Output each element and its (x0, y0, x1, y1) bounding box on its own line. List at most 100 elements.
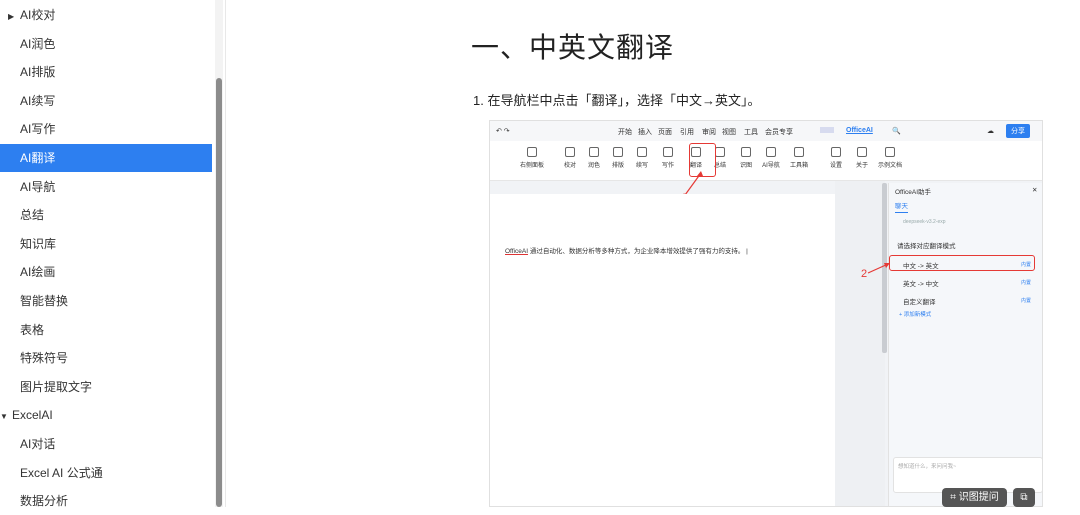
sidebar-item[interactable]: 表格 (0, 316, 212, 344)
ribbon-label: 右侧面板 (519, 163, 544, 169)
screenshot-menubar: ↶ ↷ OfficeAI 🔍 ☁ 分享 开始 插入 页面 引用 审阅 视图 工具 会员专享 (490, 121, 1042, 141)
sidebar-item-label: 智能替换 (20, 294, 69, 308)
ribbon-label: 润色 (587, 163, 600, 169)
ribbon-icon (565, 147, 575, 157)
ribbon-icon (637, 147, 647, 157)
screenshot-ribbon: 右侧面板 校对 润色 排版 续写 写作 翻译 总结 识图 AI导航 工具箱 设置 关于 示例文档 (490, 141, 1042, 181)
ribbon-button: 识图 (732, 147, 760, 169)
menu-tab: 页面 (658, 129, 672, 136)
sidebar-item[interactable]: 知识库 (0, 230, 212, 258)
mode-highlight-box (889, 255, 1035, 271)
ribbon-button: AI导航 (757, 147, 785, 169)
ribbon-icon (831, 147, 841, 157)
sidebar-item-label: 总结 (20, 208, 45, 223)
menu-tab: 插入 (638, 129, 652, 136)
ribbon-icon (613, 147, 623, 157)
panel-prompt: 请选择对应翻译模式 (897, 243, 956, 250)
ribbon-icon (589, 147, 599, 157)
sidebar-item[interactable]: AI绘画 (0, 258, 212, 286)
ribbon-label: 设置 (829, 163, 842, 169)
translation-mode: 英文 -> 中文 内置 (893, 275, 1037, 289)
ribbon-button: 写作 (654, 147, 682, 169)
ribbon-icon (794, 147, 804, 157)
sidebar-item-label: 图片提取文字 (20, 379, 93, 394)
add-mode-link: + 添加新模式 (899, 312, 932, 318)
sidebar-item[interactable]: AI写作 (0, 115, 212, 143)
sidebar-item[interactable]: AI对话 (0, 430, 212, 458)
sidebar-item[interactable]: 图片提取文字 (0, 373, 212, 401)
ribbon-button: 右侧面板 (518, 147, 546, 169)
ribbon-label: 写作 (661, 163, 674, 169)
ribbon-label: 关于 (855, 163, 868, 169)
panel-title: OfficeAI助手 (895, 189, 932, 196)
ribbon-button: 示例文档 (876, 147, 904, 169)
ribbon-button: 工具箱 (785, 147, 813, 169)
sidebar-item[interactable]: 特殊符号 (0, 344, 212, 372)
scan-icon: ⌗ (950, 492, 959, 503)
tab-chat: 聊天 (895, 200, 908, 213)
menu-tab: 开始 (618, 129, 632, 136)
sidebar-item-label: AI续写 (20, 93, 56, 108)
caret-icon: ▶ (8, 12, 15, 21)
ocr-question-button[interactable]: ⌗ 识图提问 (942, 488, 1007, 507)
ribbon-label: 排版 (611, 163, 624, 169)
ribbon-label: 识图 (739, 163, 752, 169)
ribbon-icon (663, 147, 673, 157)
sidebar-item[interactable]: AI排版 (0, 58, 212, 86)
sidebar-item-label: AI排版 (20, 65, 56, 80)
menu-tab: 审阅 (702, 129, 716, 136)
callout-number: 2 (861, 268, 868, 280)
ribbon-icon (715, 147, 725, 157)
sidebar-item-label: 表格 (20, 322, 45, 337)
swatch-icon (820, 127, 834, 133)
menu-tab: 引用 (680, 129, 694, 136)
sidebar-item[interactable]: AI润色 (0, 30, 212, 58)
sidebar-item-label: 数据分析 (20, 494, 69, 509)
tutorial-screenshot: ↶ ↷ OfficeAI 🔍 ☁ 分享 开始 插入 页面 引用 审阅 视图 工具 会员专享 右… (489, 120, 1043, 507)
sidebar-item[interactable]: 总结 (0, 201, 212, 229)
sidebar-item-label: AI导航 (20, 179, 56, 194)
mode-label: 自定义翻译 (903, 299, 936, 306)
sidebar-item-label: AI翻译 (20, 151, 56, 165)
brand-tab: OfficeAI (846, 127, 873, 134)
ribbon-label: 示例文档 (877, 163, 902, 169)
sidebar-item-label: AI对话 (20, 437, 56, 451)
ribbon-icon (766, 147, 776, 157)
ribbon-icon (527, 147, 537, 157)
mode-tag: 内置 (1020, 298, 1031, 304)
sidebar-item-label: AI绘画 (20, 265, 56, 280)
page-gutter (835, 181, 885, 506)
sidebar-scrollbar-thumb[interactable] (216, 78, 222, 507)
sidebar-group[interactable]: ▼ ExcelAI (0, 401, 212, 429)
sidebar-item-label: 特殊符号 (20, 351, 69, 366)
ribbon-icon (885, 147, 895, 157)
ribbon-button: 关于 (848, 147, 876, 169)
sidebar-item-label: AI写作 (20, 122, 56, 137)
sidebar-item-label: AI校对 (20, 8, 56, 22)
undo-icon: ↶ ↷ (496, 128, 510, 135)
sidebar-item[interactable]: Excel AI 公式通 (0, 459, 212, 487)
share-button: 分享 (1006, 124, 1030, 138)
assistant-panel: OfficeAI助手 ✕ 聊天 deepseek-v3.2-exp 请选择对应翻… (888, 183, 1042, 506)
document-text: OfficeAI 通过自动化、数据分析等多种方式，为企业降本增效提供了强有力的支… (505, 248, 748, 255)
sidebar-group[interactable]: ▶ AI校对 (0, 1, 212, 29)
ribbon-button: 续写 (628, 147, 656, 169)
sidebar-item[interactable]: AI导航 (0, 173, 212, 201)
callout-arrow (867, 263, 890, 274)
sidebar-item[interactable]: AI翻译 (0, 144, 212, 172)
ribbon-label: AI导航 (762, 163, 780, 169)
menu-tab: 会员专享 (765, 129, 793, 136)
sidebar-item[interactable]: 智能替换 (0, 287, 212, 315)
ribbon-label: 工具箱 (789, 163, 808, 169)
model-name: deepseek-v3.2-exp (903, 219, 946, 225)
image-share-icon[interactable]: ⧉ (1013, 488, 1035, 507)
sidebar-item[interactable]: AI续写 (0, 87, 212, 115)
translation-mode: 自定义翻译 内置 (893, 293, 1037, 307)
ribbon-button: 设置 (822, 147, 850, 169)
cloud-icon: ☁ (987, 128, 994, 135)
sidebar-item-label: AI润色 (20, 36, 56, 51)
mode-label: 英文 -> 中文 (903, 281, 939, 288)
sidebar-item[interactable]: 数据分析 (0, 487, 212, 515)
mode-tag: 内置 (1020, 280, 1031, 286)
document-page: OfficeAI 通过自动化、数据分析等多种方式，为企业降本增效提供了强有力的支… (490, 194, 835, 506)
